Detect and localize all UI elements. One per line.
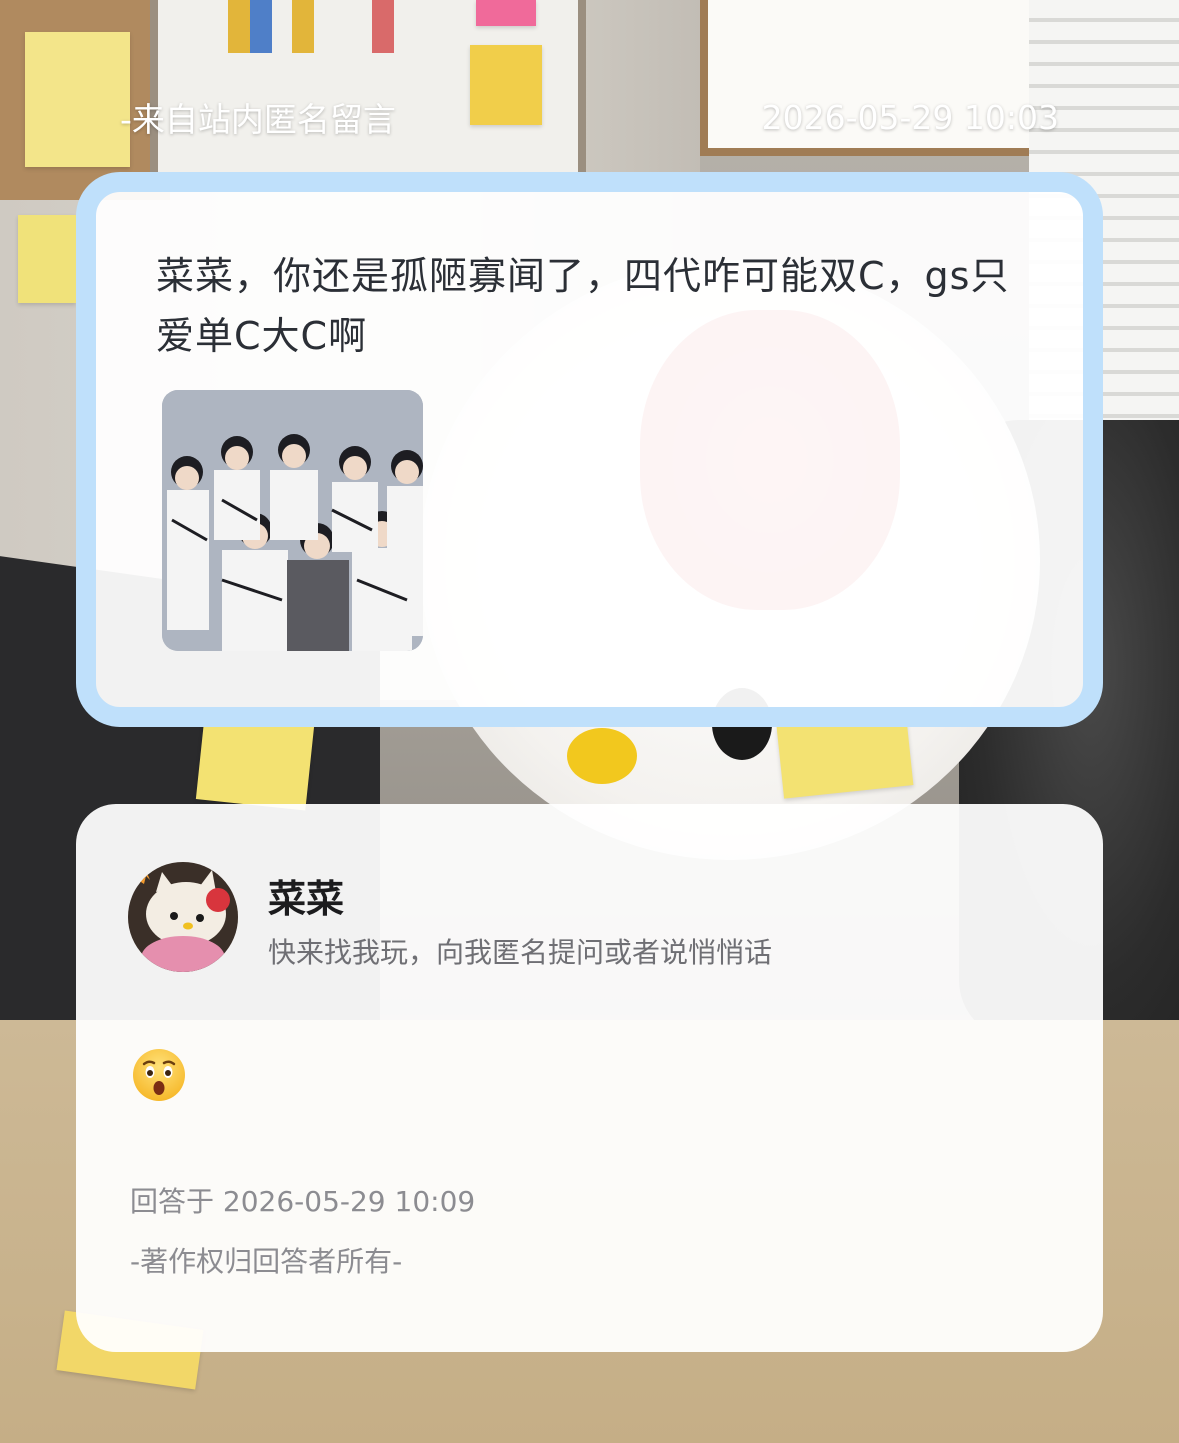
answerer-name: 菜菜 (268, 877, 345, 921)
hello-kitty-avatar-icon[interactable] (128, 862, 238, 972)
copyright-notice: -著作权归回答者所有- (130, 1245, 403, 1278)
question-text: 菜菜，你还是孤陋寡闻了，四代咋可能双C，gs只爱单C大C啊 (156, 254, 1010, 358)
source-label: -来自站内匿名留言 (120, 100, 396, 139)
question-card: 菜菜，你还是孤陋寡闻了，四代咋可能双C，gs只爱单C大C啊 (76, 172, 1103, 727)
hushed-face-emoji-icon (131, 1047, 187, 1103)
answered-timestamp: 回答于 2026-05-29 10:09 (130, 1185, 476, 1218)
answer-card: 菜菜 快来找我玩，向我匿名提问或者说悄悄话 回答于 2026-05-29 10:… (76, 804, 1103, 1352)
answerer-bio: 快来找我玩，向我匿名提问或者说悄悄话 (268, 936, 773, 969)
message-header: -来自站内匿名留言 2026-05-29 10:03 (120, 92, 1059, 142)
group-photo-image[interactable] (162, 390, 423, 651)
message-timestamp: 2026-05-29 10:03 (761, 97, 1059, 137)
